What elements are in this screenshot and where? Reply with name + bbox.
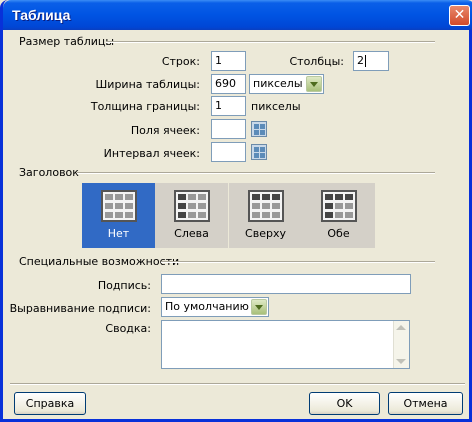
header-option-top[interactable]: Сверху xyxy=(229,183,302,248)
caption-field[interactable] xyxy=(161,274,411,294)
columns-field[interactable]: 2 xyxy=(353,51,389,71)
footer-divider xyxy=(10,383,465,385)
header-option-label: Нет xyxy=(107,227,130,240)
header-option-label: Сверху xyxy=(245,227,286,240)
columns-label: Столбцы: xyxy=(289,55,344,68)
close-button[interactable]: ✕ xyxy=(449,5,470,26)
section-divider xyxy=(77,172,435,174)
header-option-label: Обе xyxy=(327,227,350,240)
border-thickness-field[interactable]: 1 xyxy=(211,96,246,116)
table-left-header-icon xyxy=(174,190,210,222)
table-dialog: Таблица ✕ Размер таблицы Строк: 1 Столбц… xyxy=(0,0,472,422)
width-unit-select[interactable]: пикселы xyxy=(249,74,324,94)
summary-label: Сводка: xyxy=(105,322,151,335)
border-unit-label: пикселы xyxy=(251,100,301,113)
title-bar[interactable]: Таблица ✕ xyxy=(3,0,472,30)
summary-scrollbar[interactable] xyxy=(393,321,409,368)
header-option-none[interactable]: Нет xyxy=(82,183,155,248)
section-table-size: Размер таблицы xyxy=(19,35,115,48)
header-option-label: Слева xyxy=(174,227,209,240)
caption-align-label: Выравнивание подписи: xyxy=(9,302,151,315)
rows-label: Строк: xyxy=(161,55,200,68)
section-accessibility: Специальные возможности xyxy=(19,255,180,268)
table-none-icon xyxy=(101,190,137,222)
section-header: Заголовок xyxy=(19,166,79,179)
summary-textarea[interactable] xyxy=(161,320,410,369)
close-icon: ✕ xyxy=(453,7,466,23)
window-title: Таблица xyxy=(12,7,71,23)
caption-align-select[interactable]: По умолчанию xyxy=(161,297,269,317)
scroll-down-icon[interactable] xyxy=(396,359,406,364)
border-thickness-label: Толщина границы: xyxy=(90,100,200,113)
chevron-down-icon[interactable] xyxy=(251,299,267,315)
section-divider xyxy=(106,41,435,43)
table-width-label: Ширина таблицы: xyxy=(95,78,200,91)
table-both-header-icon xyxy=(321,190,357,222)
cell-padding-label: Поля ячеек: xyxy=(130,124,200,137)
scroll-up-icon[interactable] xyxy=(396,325,406,330)
header-option-left[interactable]: Слева xyxy=(155,183,228,248)
help-button[interactable]: Справка xyxy=(14,392,86,415)
section-divider xyxy=(161,261,435,263)
caption-label: Подпись: xyxy=(97,279,151,292)
chevron-down-icon[interactable] xyxy=(306,76,322,92)
ok-button[interactable]: OK xyxy=(309,392,380,415)
cell-spacing-field[interactable] xyxy=(211,142,246,162)
table-top-header-icon xyxy=(248,190,284,222)
cell-spacing-label: Интервал ячеек: xyxy=(103,147,200,160)
text-caret xyxy=(365,55,366,67)
rows-field[interactable]: 1 xyxy=(211,51,246,71)
header-option-both[interactable]: Обе xyxy=(302,183,375,248)
grid-icon[interactable] xyxy=(251,121,267,137)
grid-icon[interactable] xyxy=(251,144,267,160)
cell-padding-field[interactable] xyxy=(211,119,246,139)
table-width-field[interactable]: 690 xyxy=(211,74,246,94)
cancel-button[interactable]: Отмена xyxy=(388,392,463,415)
